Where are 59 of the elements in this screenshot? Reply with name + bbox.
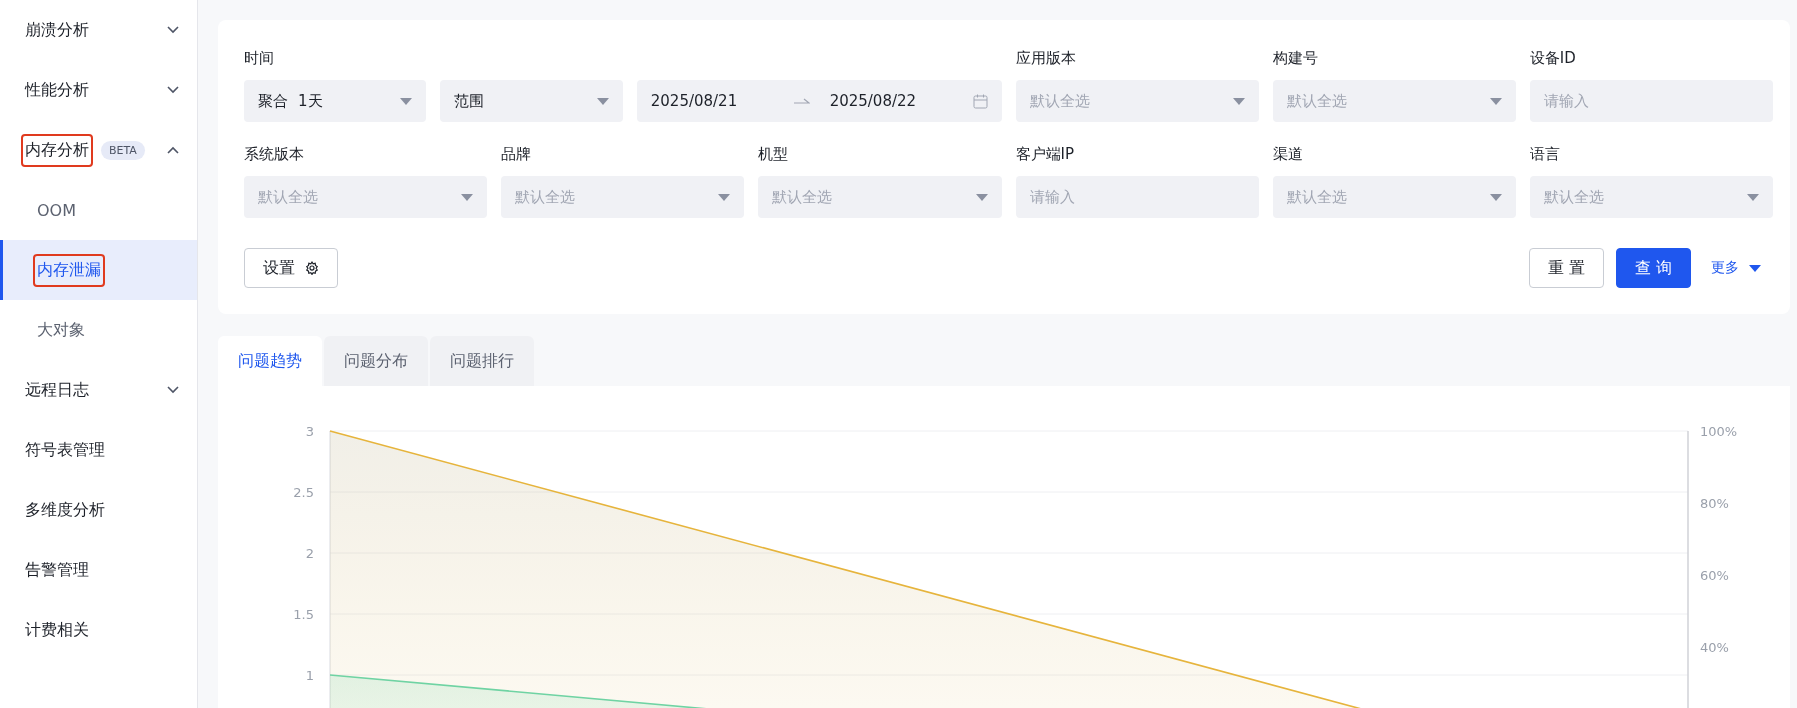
- field-label: 系统版本: [244, 144, 305, 164]
- beta-badge: BETA: [101, 140, 145, 160]
- sidebar-item[interactable]: 远程日志: [0, 360, 197, 420]
- caret-icon: [718, 193, 731, 201]
- sidebar-item[interactable]: 多维度分析: [0, 480, 197, 540]
- sidebar-subitem[interactable]: 大对象: [0, 300, 197, 360]
- settings-button[interactable]: 设置: [244, 248, 338, 288]
- tab[interactable]: 问题分布: [324, 336, 428, 386]
- settings-icon: [305, 261, 319, 275]
- input-field[interactable]: 请输入: [1015, 176, 1259, 218]
- caret-icon: [1489, 193, 1502, 201]
- caret-icon: [1489, 97, 1502, 105]
- field-label: 客户端IP: [1015, 144, 1075, 164]
- caret-icon: [1232, 97, 1245, 105]
- sidebar-subitem[interactable]: OOM: [0, 180, 197, 240]
- axis-tick-label: 1: [305, 668, 314, 683]
- chevron-up-icon: [167, 146, 179, 154]
- caret-icon: [596, 97, 609, 105]
- field-label: 渠道: [1272, 144, 1304, 164]
- caret-icon: [1749, 264, 1761, 272]
- axis-tick-label: 40%: [1700, 640, 1729, 655]
- field-label: 设备ID: [1529, 48, 1577, 68]
- tab[interactable]: 问题排行: [430, 336, 534, 386]
- field-label: 应用版本: [1015, 48, 1077, 68]
- input-field[interactable]: 请输入: [1529, 80, 1773, 122]
- caret-icon: [400, 97, 413, 105]
- field-label: 时间: [244, 48, 275, 68]
- date-range-field[interactable]: 2025/08/21 2025/08/22: [636, 80, 1002, 122]
- field-label: 语言: [1529, 144, 1561, 164]
- calendar-icon: [972, 93, 988, 109]
- reset-button[interactable]: 重 置: [1528, 248, 1604, 288]
- caret-icon: [975, 193, 988, 201]
- chevron-down-icon: [167, 386, 179, 394]
- sidebar-item[interactable]: 计费相关: [0, 600, 197, 660]
- query-button[interactable]: 查 询: [1615, 248, 1691, 288]
- axis-tick-label: 60%: [1700, 568, 1729, 583]
- axis-tick-label: 100%: [1700, 424, 1738, 439]
- tab[interactable]: 问题趋势: [218, 336, 322, 386]
- more-link[interactable]: 更多: [1711, 259, 1761, 277]
- sidebar-item[interactable]: 符号表管理: [0, 420, 197, 480]
- axis-tick-label: 3: [305, 424, 314, 439]
- axis-tick-label: 1.5: [293, 607, 314, 622]
- field-label: 机型: [758, 144, 790, 164]
- sidebar-item[interactable]: 告警管理: [0, 540, 197, 600]
- caret-icon: [461, 193, 474, 201]
- sidebar-item[interactable]: 崩溃分析: [0, 0, 197, 60]
- caret-icon: [1747, 193, 1759, 201]
- aggregate-select[interactable]: 聚合 1天: [244, 80, 427, 122]
- chevron-down-icon: [167, 86, 179, 94]
- sidebar-subitem[interactable]: 内存泄漏: [0, 240, 197, 300]
- axis-tick-label: 2.5: [293, 485, 314, 500]
- sidebar-item[interactable]: 性能分析: [0, 60, 197, 120]
- axis-tick-label: 80%: [1700, 496, 1729, 511]
- chevron-down-icon: [167, 26, 179, 34]
- field-label: 品牌: [501, 144, 533, 164]
- axis-tick-label: 2: [305, 546, 314, 561]
- range-select[interactable]: 范围: [440, 80, 623, 122]
- sidebar-item[interactable]: 内存分析 BETA: [0, 120, 197, 180]
- field-label: 构建号: [1272, 48, 1319, 68]
